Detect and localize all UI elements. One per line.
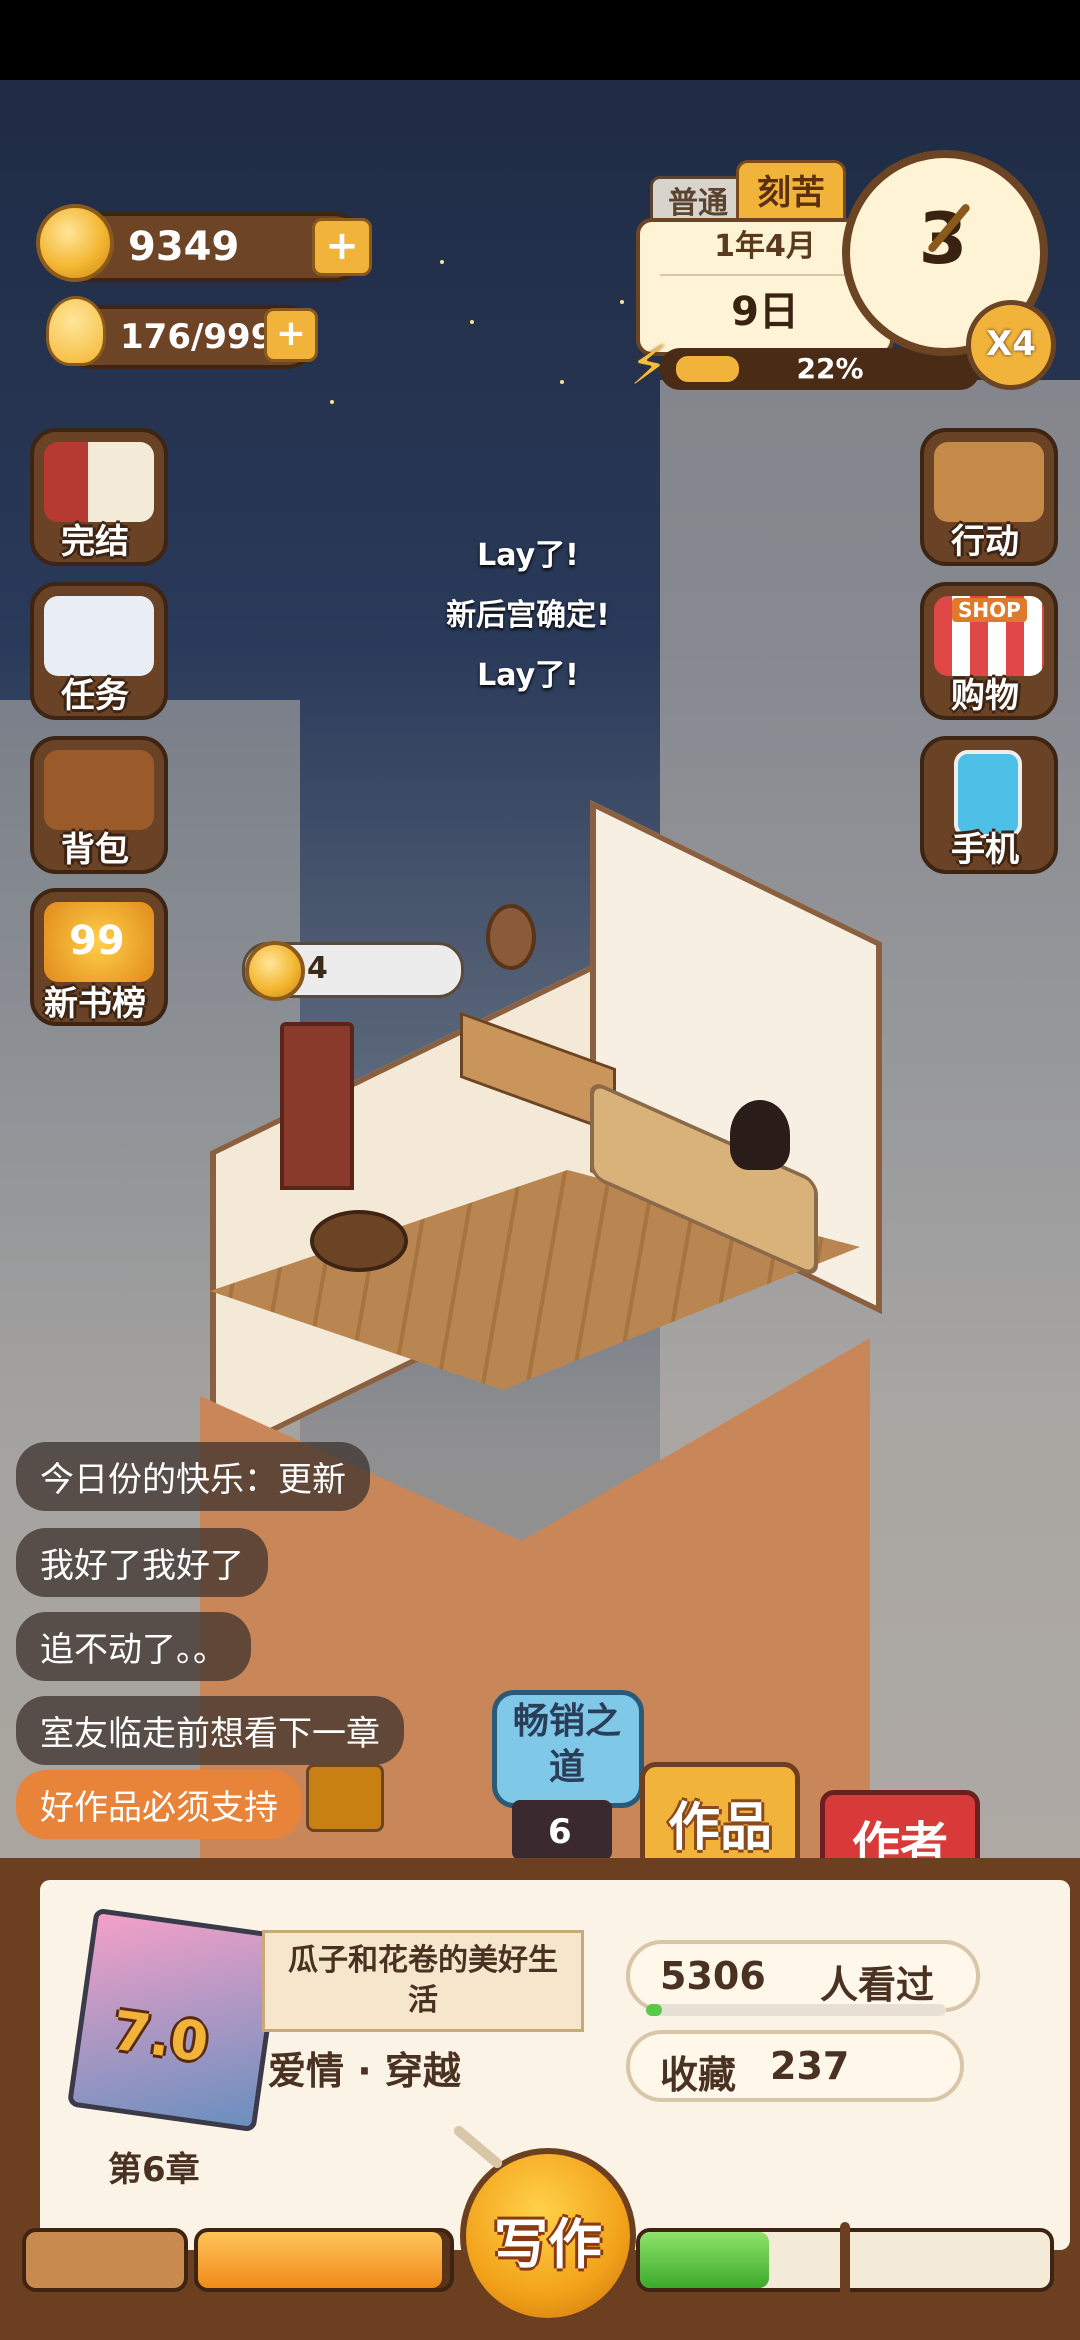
views-bar-fill [646,2004,662,2016]
coin-icon [245,941,305,1001]
star [330,400,334,404]
book-genre: 爱情 · 穿越 [268,2049,461,2093]
favorites-counter: 收藏 237 [626,2030,964,2102]
floating-text: Lay了! [477,538,579,573]
star [620,300,624,304]
book-cover[interactable]: 7.0 [67,1907,283,2133]
tasks-label: 任务 [61,676,129,716]
views-bar [646,2004,946,2016]
coin-bubble-value: 4 [307,951,328,986]
chat-message: 追不动了。。 [16,1612,251,1681]
door-icon [934,442,1044,522]
add-energy-button[interactable]: + [264,308,318,362]
action-label: 行动 [951,522,1019,562]
complete-label: 完结 [61,522,129,562]
lightning-icon: ⚡ [630,334,668,397]
backpack-icon [44,750,154,830]
favorites-count: 237 [770,2044,850,2088]
door[interactable] [280,1022,354,1190]
write-label: 写作 [494,2213,602,2276]
bookshelf-icon: 6 [512,1800,612,1860]
star [560,380,564,384]
lightbulb-icon [46,296,106,366]
new-book-ranking-label: 新书榜 [44,984,146,1024]
badge-99: 99 [69,918,125,964]
orange-bar [194,2228,454,2292]
bestseller-button[interactable]: 畅销之道 [492,1690,644,1808]
round-window [486,904,536,970]
support-message[interactable]: 好作品必须支持 [16,1770,302,1839]
floating-text: 新后宫确定! [446,598,610,633]
day-progress-fill [676,356,739,382]
shop-label: 购物 [951,676,1019,716]
book-title: 瓜子和花卷的美好生活 [288,1943,558,2018]
chat-message: 今日份的快乐：更新 [16,1442,370,1511]
green-bar-fill [640,2232,769,2288]
book-rating: 7.0 [108,1998,213,2075]
round-rug [310,1210,408,1272]
sleeping-character[interactable] [730,1100,790,1170]
book-chapter: 第6章 [108,2150,200,2190]
book-title-banner: 瓜子和花卷的美好生活 [262,1930,584,2032]
chat-message: 我好了我好了 [16,1528,268,1597]
checklist-icon [44,596,154,676]
treasure-chest-icon [306,1764,384,1832]
add-coins-button[interactable]: + [312,218,372,276]
shop-sign: SHOP [952,598,1027,622]
speed-button[interactable]: X4 [966,300,1056,390]
phone-label: 手机 [951,830,1019,870]
views-count: 5306 [660,1954,766,1998]
views-counter: 5306 人看过 [626,1940,980,2012]
coins-value: 9349 [128,224,240,270]
views-label: 人看过 [820,1963,935,2007]
bestseller-count: 6 [548,1812,572,1852]
favorites-label: 收藏 [660,2053,737,2097]
star [440,260,444,264]
floating-text: Lay了! [477,658,579,693]
write-button[interactable]: 写作 [460,2148,636,2324]
day-progress-text: 22% [796,352,864,385]
tab-works-label: 作品 [667,1798,772,1858]
energy-value: 176/999 [120,317,275,357]
backpack-label: 背包 [61,830,129,870]
left-bar [22,2228,188,2292]
status-bar [0,0,1080,80]
coin-icon [36,204,114,282]
trophy-icon: 99 [44,902,154,982]
star [470,320,474,324]
coin-bubble[interactable]: 4 [242,941,464,1001]
bestseller-label: 畅销之道 [512,1701,621,1788]
orange-bar-fill [198,2232,442,2288]
shop-icon: SHOP [934,596,1044,676]
green-bar [636,2222,1054,2298]
bar-marker [840,2222,850,2298]
chat-message: 室友临走前想看下一章 [16,1696,404,1765]
book-icon [44,442,154,522]
